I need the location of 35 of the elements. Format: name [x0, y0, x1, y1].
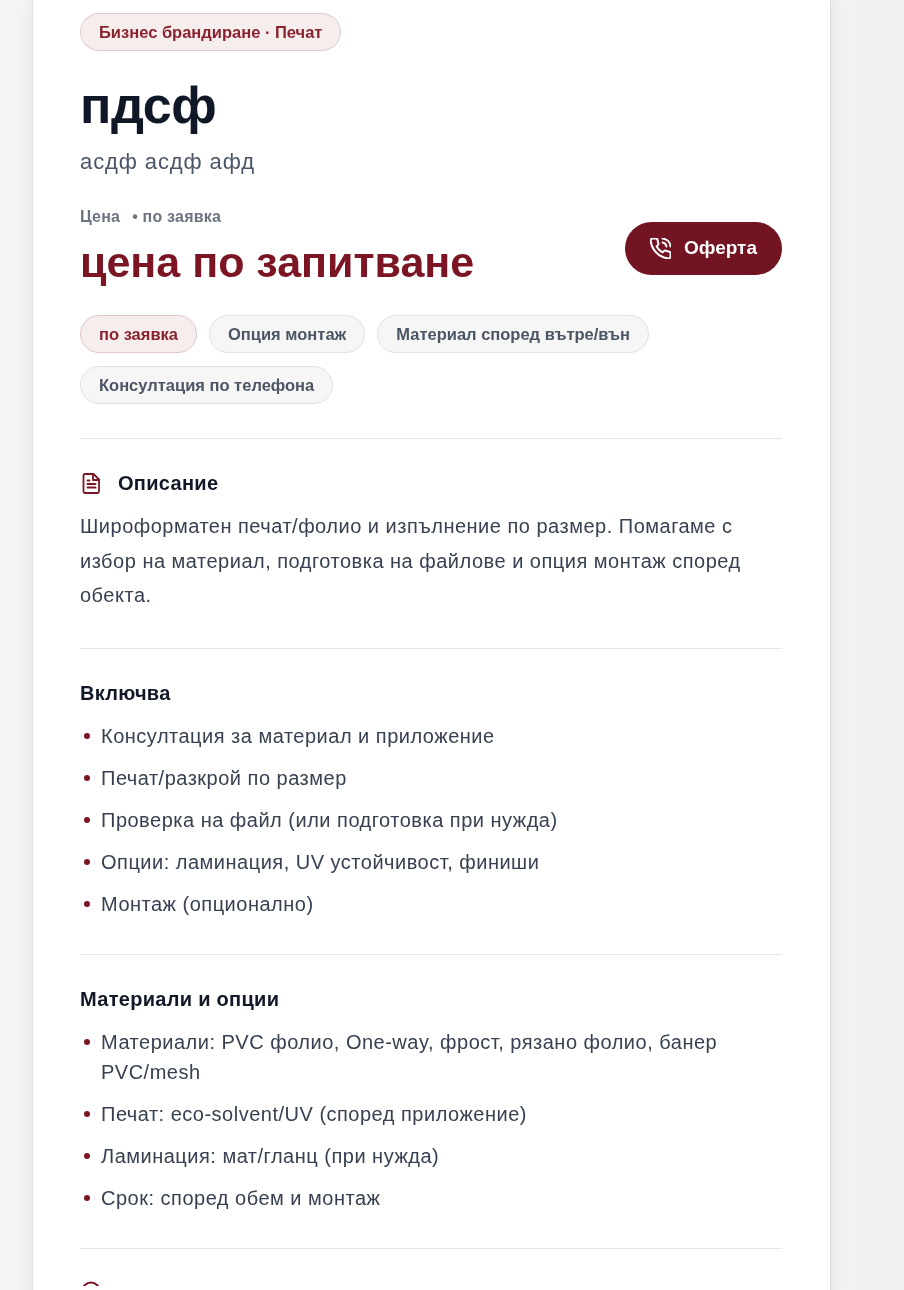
section-heading: Материали и опции — [80, 986, 281, 1011]
bullet-icon — [84, 1110, 90, 1117]
offer-button[interactable]: Оферта — [625, 221, 782, 275]
product-subtitle: асдф асдф афд — [80, 148, 256, 176]
price-note: • по заявка — [132, 207, 221, 227]
bullet-icon — [84, 1152, 90, 1159]
category-badge: Бизнес брандиране · Печат — [80, 13, 342, 51]
section-heading: Описание — [118, 471, 219, 495]
bullet-icon — [84, 1038, 90, 1045]
description-text: Широформатен печат/фолио и изпълнение по размер. Помагаме с избор на материал, подготовка на файлове и опция монтаж според обекта. — [80, 514, 742, 608]
tag-chip: по заявка — [80, 315, 197, 353]
product-title: пдсф — [80, 75, 218, 136]
bullet-icon — [84, 900, 90, 907]
price-label: Цена — [80, 207, 121, 227]
bullet-icon — [84, 1194, 90, 1201]
tag-chip: Опция монтаж — [209, 315, 366, 353]
list-item-text: Срок: според обем и монтаж — [101, 1185, 381, 1211]
list-item-text: Печат: eco-solvent/UV (според приложение) — [101, 1101, 527, 1127]
list-item-text: Опции: ламинация, UV устойчивост, финиши — [101, 849, 540, 875]
list-item-text: Материали: PVC фолио, One-way, фрост, рязано фолио, банер PVC/mesh — [101, 1029, 719, 1085]
list-item-text: Проверка на файл (или подготовка при нужда) — [101, 807, 558, 833]
bullet-icon — [84, 858, 90, 865]
section-heading: Включва — [80, 680, 172, 705]
list-item-text: Печат/разкрой по размер — [101, 765, 347, 791]
tag-chip: Консултация по телефона — [80, 366, 334, 404]
price-value: цена по запитване — [80, 237, 475, 287]
list-item-text: Ламинация: мат/гланц (при нужда) — [101, 1143, 440, 1169]
bullet-icon — [84, 732, 90, 739]
list-item-text: Консултация за материал и приложение — [101, 723, 495, 749]
phone-icon — [650, 237, 672, 259]
bullet-icon — [84, 816, 90, 823]
list-item-text: Монтаж (опционално) — [101, 891, 314, 917]
tag-chip: Материал според вътре/вън — [377, 315, 650, 353]
document-icon — [82, 472, 101, 494]
bullet-icon — [84, 774, 90, 781]
